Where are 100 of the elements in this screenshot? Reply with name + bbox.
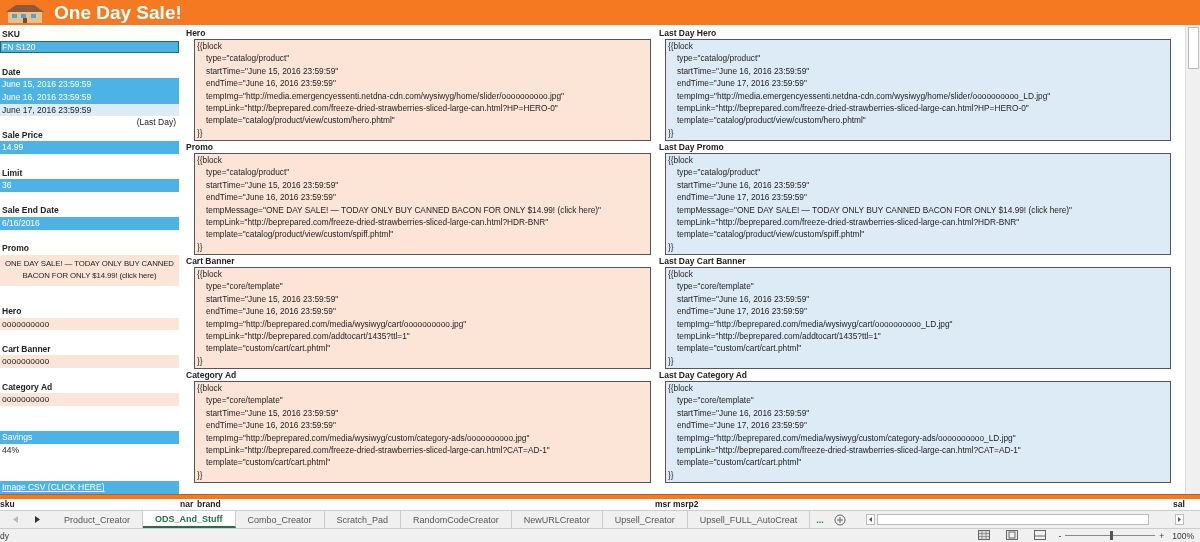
code-line: endTime="June 17, 2016 23:59:59" bbox=[676, 305, 808, 318]
code-line: startTime="June 16, 2016 23:59:59" bbox=[676, 178, 811, 192]
code-line: template="custom/cart/cart.phtml" bbox=[205, 456, 332, 469]
code-line: {{block bbox=[197, 382, 223, 395]
section-title: Category Ad bbox=[185, 370, 238, 381]
code-line: {{block bbox=[197, 154, 223, 167]
code-line: type="core/template" bbox=[676, 280, 755, 293]
scrollbar-thumb[interactable] bbox=[876, 514, 1149, 525]
code-line: {{block bbox=[668, 382, 694, 395]
code-line: tempImg="http://beprepared.com/media/wysiwyg/custom/category-ads/oooooooooo_LD.jpg" bbox=[676, 431, 1017, 444]
table-cell: FN S120 bbox=[0, 40, 179, 54]
table-cell-text: (Last Day) bbox=[135, 116, 177, 129]
code-line: {{block bbox=[668, 154, 694, 167]
code-line: tempImg="http://beprepared.com/media/wysiwyg/cart/oooooooooo_LD.jpg" bbox=[676, 317, 954, 330]
table-cell: oooooooooo bbox=[0, 317, 179, 331]
code-line: template="catalog/product/view/custom/hero.phtml" bbox=[676, 114, 867, 127]
sheet-tab[interactable]: Upsell_Creator bbox=[602, 511, 688, 528]
code-line: type="catalog/product" bbox=[676, 52, 762, 65]
code-line: startTime="June 15, 2016 23:59:59" bbox=[205, 406, 340, 420]
field-label: Sale Price bbox=[1, 128, 44, 142]
code-line: }} bbox=[668, 240, 675, 254]
code-line: endTime="June 16, 2016 23:59:59" bbox=[205, 77, 337, 90]
code-line: tempLink="http://beprepared.com/freeze-dried-strawberries-sliced-large-can.html?HP=HERO-0" bbox=[676, 101, 1030, 115]
field-label: Promo bbox=[1, 242, 30, 255]
code-line: }} bbox=[197, 240, 204, 254]
code-line: }} bbox=[197, 354, 204, 368]
code-line: }} bbox=[197, 468, 204, 482]
status-text: dy bbox=[0, 530, 9, 541]
page-break-icon[interactable] bbox=[1034, 529, 1047, 540]
code-line: template="catalog/product/view/custom/spiff.phtml" bbox=[676, 228, 866, 241]
section-title: Last Day Cart Banner bbox=[658, 256, 747, 267]
field-label: Limit bbox=[1, 166, 24, 180]
field-label: Date bbox=[1, 65, 22, 79]
table-cell: 6/16/2016 bbox=[0, 216, 179, 230]
right-arrow-icon[interactable] bbox=[1175, 514, 1184, 525]
field-label: Cart Banner bbox=[1, 342, 52, 356]
code-line: type="catalog/product" bbox=[205, 166, 291, 179]
slider-thumb[interactable] bbox=[1110, 531, 1114, 540]
code-line: tempMessage="ONE DAY SALE! — TODAY ONLY BUY CANNED BACON FOR ONLY $14.99! (click here)" bbox=[205, 203, 602, 216]
grid-view-icon[interactable] bbox=[978, 529, 991, 540]
code-line: template="custom/cart/cart.phtml" bbox=[676, 342, 803, 355]
zoom-out-button[interactable]: - bbox=[1058, 530, 1062, 541]
code-line: tempImg="http://beprepared.com/media/wysiwyg/custom/category-ads/oooooooooo.jpg" bbox=[205, 431, 531, 444]
code-line: startTime="June 16, 2016 23:59:59" bbox=[676, 292, 811, 306]
section-title: Hero bbox=[185, 28, 207, 39]
code-line: startTime="June 16, 2016 23:59:59" bbox=[676, 64, 811, 78]
zoom-in-button[interactable]: + bbox=[1159, 530, 1165, 541]
zoom-level: 100% bbox=[1172, 530, 1194, 541]
code-line: endTime="June 17, 2016 23:59:59" bbox=[676, 419, 808, 432]
section-title: Last Day Hero bbox=[658, 28, 718, 39]
code-line: tempLink="http://beprepared.com/freeze-dried-strawberries-sliced-large-can.html?CAT=AD-1" bbox=[676, 443, 1022, 457]
add-icon[interactable] bbox=[833, 513, 846, 526]
sheet-tab[interactable]: Combo_Creator bbox=[235, 511, 325, 528]
code-line: tempImg="http://beprepared.com/media/wysiwyg/cart/oooooooooo.jpg" bbox=[205, 317, 468, 330]
column-header: nar bbox=[180, 499, 195, 510]
table-cell-text: 44% bbox=[1, 443, 20, 457]
code-line: type="core/template" bbox=[205, 280, 284, 293]
more-tabs[interactable]: ... bbox=[810, 514, 830, 525]
column-header: msr bbox=[655, 499, 672, 510]
left-arrow-icon[interactable] bbox=[865, 514, 875, 525]
sheet-tab[interactable]: ODS_And_Stuff bbox=[143, 511, 236, 528]
code-line: startTime="June 15, 2016 23:59:59" bbox=[205, 292, 340, 306]
code-line: tempLink="http://beprepared.com/addtocart/1435?ttl=1" bbox=[676, 329, 882, 343]
section-title: Cart Banner bbox=[185, 256, 236, 267]
code-line: startTime="June 16, 2016 23:59:59" bbox=[676, 406, 811, 420]
code-line: type="core/template" bbox=[676, 394, 755, 407]
code-line: startTime="June 15, 2016 23:59:59" bbox=[205, 64, 340, 78]
table-cell: 14.99 bbox=[0, 141, 179, 154]
field-label: Savings bbox=[0, 431, 179, 444]
page-layout-icon[interactable] bbox=[1006, 529, 1019, 540]
column-header: brand bbox=[197, 499, 222, 510]
sheet-tab[interactable]: RandomCodeCreator bbox=[401, 511, 512, 528]
right-arrow-icon[interactable] bbox=[34, 516, 40, 523]
code-line: type="catalog/product" bbox=[205, 52, 291, 65]
section-title: Last Day Promo bbox=[658, 142, 725, 153]
sheet-title: One Day Sale! bbox=[54, 1, 182, 24]
code-line: tempLink="http://beprepared.com/freeze-dried-strawberries-sliced-large-can.html?HP=HERO-0" bbox=[205, 101, 559, 115]
table-cell: 36 bbox=[0, 179, 179, 192]
sheet-tab[interactable]: Scratch_Pad bbox=[324, 511, 402, 528]
code-line: endTime="June 16, 2016 23:59:59" bbox=[205, 419, 337, 432]
code-line: type="catalog/product" bbox=[676, 166, 762, 179]
code-line: type="core/template" bbox=[205, 394, 284, 407]
code-line: tempImg="http://media.emergencyessenti.netdna-cdn.com/wysiwyg/home/slider/oooooooooo_LD.jpg" bbox=[676, 89, 1052, 102]
vertical-scrollbar[interactable] bbox=[1185, 25, 1200, 494]
code-line: startTime="June 15, 2016 23:59:59" bbox=[205, 178, 340, 192]
code-line: tempMessage="ONE DAY SALE! — TODAY ONLY BUY CANNED BACON FOR ONLY $14.99! (click here)" bbox=[676, 203, 1073, 216]
code-line: endTime="June 17, 2016 23:59:59" bbox=[676, 191, 808, 204]
table-cell: oooooooooo bbox=[0, 355, 179, 369]
table-cell: oooooooooo bbox=[0, 393, 179, 406]
code-line: {{block bbox=[668, 40, 694, 53]
code-line: }} bbox=[197, 126, 204, 140]
code-line: {{block bbox=[197, 40, 223, 53]
code-line: }} bbox=[668, 354, 675, 368]
code-line: }} bbox=[668, 126, 675, 140]
code-line: tempImg="http://media.emergencyessenti.netdna-cdn.com/wysiwyg/home/slider/oooooooooo.jpg" bbox=[205, 89, 565, 102]
code-line: tempLink="http://beprepared.com/addtocart/1435?ttl=1" bbox=[205, 329, 411, 343]
code-line: tempLink="http://beprepared.com/freeze-dried-strawberries-sliced-large-can.html?CAT=AD-1" bbox=[205, 443, 551, 457]
sheet-tab[interactable]: NewURLCreator bbox=[511, 511, 603, 528]
column-header: sku bbox=[0, 499, 16, 510]
sheet-tab[interactable]: Upsell_FULL_AutoCreat bbox=[687, 511, 811, 528]
